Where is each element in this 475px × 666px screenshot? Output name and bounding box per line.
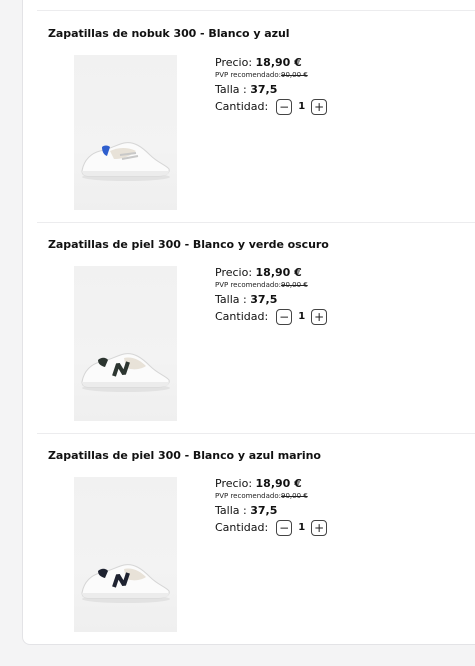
sneaker-white-navy-image[interactable] xyxy=(74,477,177,632)
pvp-line: PVP recomendado:90,00 € xyxy=(215,280,327,290)
quantity-value: 1 xyxy=(298,101,306,112)
price-label: Precio: xyxy=(215,477,253,490)
size-value: 37,5 xyxy=(250,83,278,96)
product-title[interactable]: Zapatillas de piel 300 - Blanco y verde … xyxy=(48,238,329,251)
pvp-value: 90,00 € xyxy=(281,281,308,289)
pvp-label: PVP recomendado: xyxy=(215,281,281,289)
decrease-quantity-button[interactable]: − xyxy=(276,99,293,115)
price-line: Precio: 18,90 € xyxy=(215,477,327,491)
price-value: 18,90 € xyxy=(255,56,302,69)
product-details: Precio: 18,90 € PVP recomendado:90,00 € … xyxy=(215,266,328,326)
product-details: Precio: 18,90 € PVP recomendado:90,00 € … xyxy=(215,56,328,116)
size-line: Talla : 37,5 xyxy=(215,83,327,97)
size-value: 37,5 xyxy=(250,293,278,306)
quantity-stepper: Cantidad: − 1 + xyxy=(215,98,328,116)
item-divider xyxy=(37,10,475,11)
cart-items-panel: Zapatillas de nobuk 300 - Blanco y azul … xyxy=(22,0,475,645)
size-line: Talla : 37,5 xyxy=(215,293,327,307)
size-label: Talla : xyxy=(215,504,247,517)
quantity-value: 1 xyxy=(298,311,306,322)
product-details: Precio: 18,90 € PVP recomendado:90,00 € … xyxy=(215,477,328,537)
increase-quantity-button[interactable]: + xyxy=(311,99,328,115)
price-value: 18,90 € xyxy=(255,477,302,490)
pvp-label: PVP recomendado: xyxy=(215,71,281,79)
quantity-label: Cantidad: xyxy=(215,521,269,534)
pvp-line: PVP recomendado:90,00 € xyxy=(215,70,327,80)
size-value: 37,5 xyxy=(250,504,278,517)
price-value: 18,90 € xyxy=(255,266,302,279)
size-line: Talla : 37,5 xyxy=(215,504,327,518)
product-title[interactable]: Zapatillas de piel 300 - Blanco y azul m… xyxy=(48,449,321,462)
pvp-value: 90,00 € xyxy=(281,71,308,79)
sneaker-white-darkgreen-image[interactable] xyxy=(74,266,177,421)
price-line: Precio: 18,90 € xyxy=(215,56,327,70)
increase-quantity-button[interactable]: + xyxy=(311,520,328,536)
increase-quantity-button[interactable]: + xyxy=(311,309,328,325)
product-title[interactable]: Zapatillas de nobuk 300 - Blanco y azul xyxy=(48,27,290,40)
pvp-line: PVP recomendado:90,00 € xyxy=(215,491,327,501)
price-label: Precio: xyxy=(215,266,253,279)
quantity-value: 1 xyxy=(298,522,306,533)
decrease-quantity-button[interactable]: − xyxy=(276,309,293,325)
quantity-stepper: Cantidad: − 1 + xyxy=(215,519,328,537)
item-divider xyxy=(37,222,475,223)
sneaker-white-blue-image[interactable] xyxy=(74,55,177,210)
size-label: Talla : xyxy=(215,293,247,306)
pvp-value: 90,00 € xyxy=(281,492,308,500)
quantity-label: Cantidad: xyxy=(215,310,269,323)
decrease-quantity-button[interactable]: − xyxy=(276,520,293,536)
quantity-stepper: Cantidad: − 1 + xyxy=(215,308,328,326)
price-label: Precio: xyxy=(215,56,253,69)
quantity-label: Cantidad: xyxy=(215,100,269,113)
price-line: Precio: 18,90 € xyxy=(215,266,327,280)
size-label: Talla : xyxy=(215,83,247,96)
item-divider xyxy=(37,433,475,434)
pvp-label: PVP recomendado: xyxy=(215,492,281,500)
